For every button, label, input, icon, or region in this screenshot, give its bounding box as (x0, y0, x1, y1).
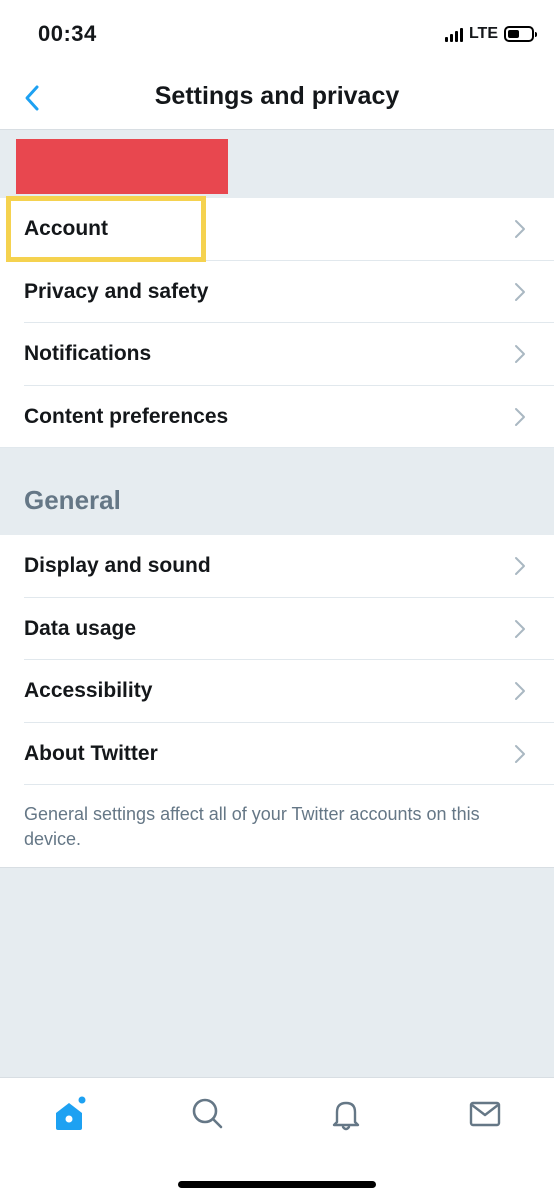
status-time: 00:34 (38, 21, 97, 46)
network-type: LTE (468, 25, 498, 42)
row-label: Data usage (24, 616, 137, 640)
row-label: Privacy and safety (24, 279, 209, 303)
row-label: Accessibility (24, 679, 153, 703)
tab-home[interactable] (44, 1094, 94, 1134)
chevron-right-icon (515, 557, 525, 576)
row-label: Account (24, 217, 108, 241)
settings-row-privacy[interactable]: Privacy and safety (0, 261, 554, 324)
bell-icon (332, 1101, 360, 1131)
battery-icon (504, 26, 537, 42)
settings-row-content-preferences[interactable]: Content preferences (0, 386, 554, 449)
nav-bar: Settings and privacy (0, 68, 554, 130)
mail-icon (469, 1101, 501, 1127)
chevron-right-icon (515, 619, 525, 638)
signal-icon (444, 26, 463, 42)
chevron-right-icon (515, 282, 525, 301)
row-label: Notifications (24, 342, 152, 366)
page-title: Settings and privacy (154, 82, 400, 110)
settings-row-notifications[interactable]: Notifications (0, 323, 554, 386)
settings-row-account[interactable]: Account (0, 198, 554, 261)
redacted-username (16, 139, 228, 194)
row-label: About Twitter (24, 741, 158, 765)
chevron-right-icon (515, 744, 525, 763)
section-title: General (24, 485, 121, 515)
settings-row-about-twitter[interactable]: About Twitter (0, 723, 554, 786)
general-settings-list: Display and sound Data usage Accessibili… (0, 535, 554, 785)
status-indicators: LTE (444, 24, 537, 44)
settings-row-display-sound[interactable]: Display and sound (0, 535, 554, 598)
settings-row-accessibility[interactable]: Accessibility (0, 660, 554, 723)
home-indicator (178, 1181, 376, 1188)
chevron-right-icon (515, 345, 525, 364)
tab-notifications[interactable] (321, 1094, 371, 1134)
chevron-right-icon (515, 682, 525, 701)
section-header-general: General (0, 449, 554, 535)
row-label: Content preferences (24, 404, 229, 428)
account-header (0, 131, 554, 198)
search-icon (192, 1098, 223, 1129)
chevron-right-icon (515, 220, 525, 239)
tab-search[interactable] (183, 1094, 233, 1134)
general-settings-note: General settings affect all of your Twit… (0, 785, 554, 868)
row-label: Display and sound (24, 554, 211, 578)
settings-row-data-usage[interactable]: Data usage (0, 598, 554, 661)
home-icon (56, 1096, 86, 1130)
chevron-right-icon (515, 407, 525, 426)
tab-messages[interactable] (460, 1094, 510, 1134)
status-bar: 00:34 LTE (0, 0, 554, 68)
account-settings-list: Account Privacy and safety Notifications… (0, 198, 554, 448)
